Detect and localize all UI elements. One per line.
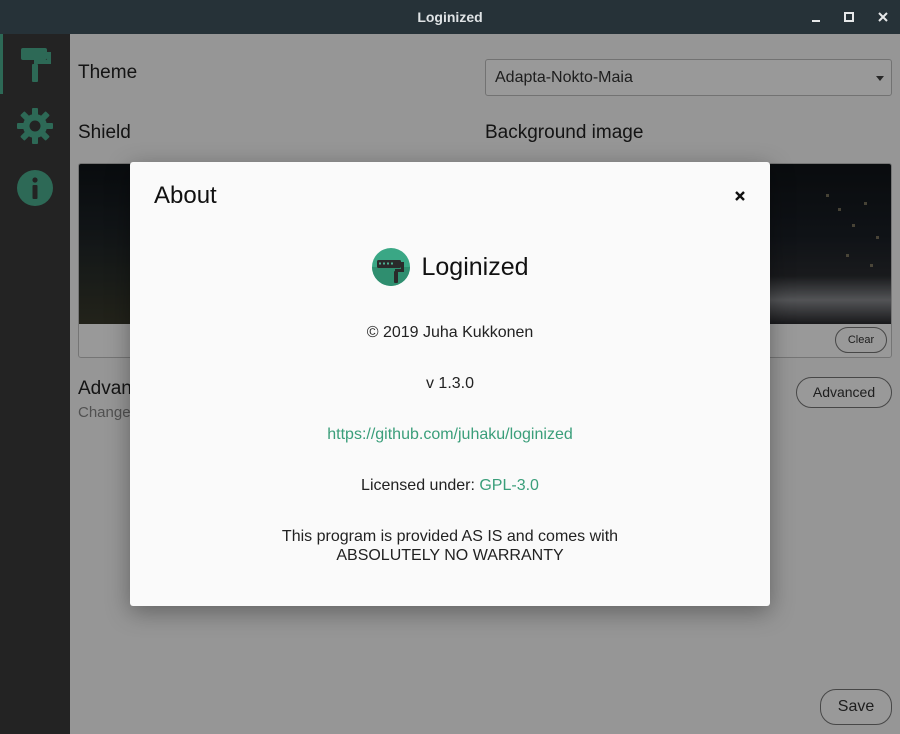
window-title: Loginized xyxy=(417,9,483,25)
copyright-text: © 2019 Juha Kukkonen xyxy=(366,324,534,341)
about-close-button[interactable] xyxy=(730,186,750,206)
app-identity: Loginized xyxy=(130,246,770,288)
license-line: Licensed under: GPL-3.0 xyxy=(130,477,770,495)
window-close-button[interactable] xyxy=(872,6,894,28)
license-link[interactable]: GPL-3.0 xyxy=(479,477,539,494)
warranty-line-2: ABSOLUTELY NO WARRANTY xyxy=(336,547,564,564)
version-text: v 1.3.0 xyxy=(425,375,475,392)
warranty-line-1: This program is provided AS IS and comes… xyxy=(281,528,619,545)
about-dialog: About Loginized © 2019 Juha Kukkonen v 1… xyxy=(130,162,770,606)
close-icon xyxy=(735,191,745,201)
maximize-button[interactable] xyxy=(838,6,860,28)
repository-link[interactable]: https://github.com/juhaku/loginized xyxy=(327,426,572,443)
license-prefix: Licensed under: xyxy=(361,477,480,494)
maximize-icon xyxy=(844,12,854,22)
window-titlebar: Loginized xyxy=(0,0,900,34)
close-icon xyxy=(878,12,888,22)
minimize-button[interactable] xyxy=(805,6,827,28)
app-logo-icon xyxy=(372,248,411,286)
minimize-icon xyxy=(812,20,820,22)
repository-link-line: https://github.com/juhaku/loginized xyxy=(130,426,770,444)
about-dialog-title: About xyxy=(154,182,217,209)
app-name: Loginized xyxy=(421,252,529,281)
